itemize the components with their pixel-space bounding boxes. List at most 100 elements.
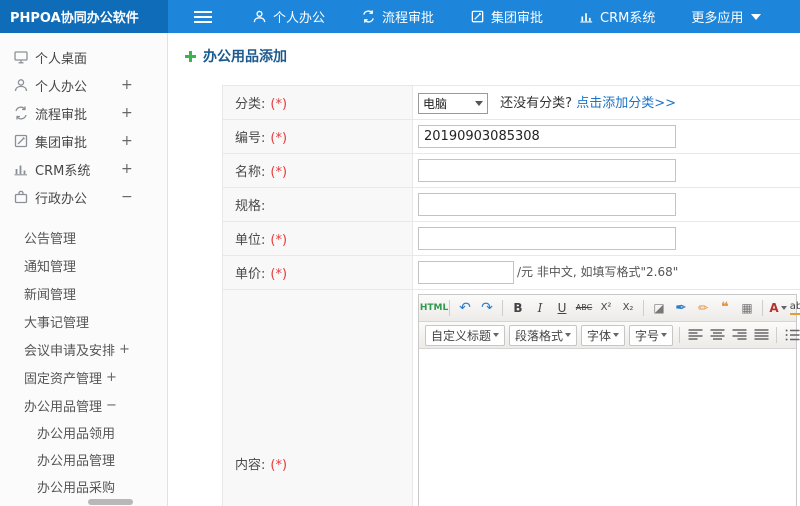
sidebar-item-label: 会议申请及安排: [24, 343, 116, 359]
sidebar-item-personal-office[interactable]: 个人办公 +: [0, 71, 167, 99]
remove-format-eraser-button[interactable]: ◪: [649, 298, 669, 318]
sidebar-item-label: 个人办公: [35, 79, 88, 95]
strikethrough-button[interactable]: ABC: [574, 298, 594, 318]
sidebar-hscrollbar-thumb[interactable]: [88, 499, 133, 505]
sidebar-item-label: 大事记管理: [24, 315, 90, 331]
underline-button[interactable]: U: [552, 298, 572, 318]
form-row-name: 名称: (*): [222, 153, 800, 188]
page-title: 办公用品添加: [185, 46, 287, 66]
menu-toggle-icon[interactable]: [194, 10, 212, 23]
code-label-cell: 编号: (*): [222, 119, 413, 154]
category-select[interactable]: 电脑: [418, 92, 488, 114]
collapse-icon[interactable]: −: [121, 189, 133, 205]
align-center-icon[interactable]: [707, 325, 727, 345]
collapse-icon[interactable]: −: [106, 398, 117, 413]
font-family-dropdown[interactable]: 字体: [581, 324, 626, 346]
add-plus-icon: [185, 50, 196, 62]
align-justify-icon[interactable]: [751, 325, 771, 345]
sidebar-item-news-mgmt[interactable]: 新闻管理: [0, 279, 167, 307]
paragraph-format-dropdown[interactable]: 段落格式: [509, 324, 578, 346]
unit-input[interactable]: [418, 227, 676, 250]
highlight-pen-button[interactable]: ✏: [693, 298, 713, 318]
sidebar-item-group-approval[interactable]: 集团审批 +: [0, 127, 167, 155]
custom-title-dropdown[interactable]: 自定义标题: [425, 324, 505, 346]
edit-icon: [13, 133, 29, 149]
insert-table-button[interactable]: ▦: [737, 298, 757, 318]
main-content: 办公用品添加 分类: (*) 电脑 还没有分类? 点击添加分类>> 编号: (*): [168, 33, 800, 506]
page-title-text: 办公用品添加: [203, 49, 287, 65]
align-right-icon[interactable]: [729, 325, 749, 345]
form-row-content: 内容: (*) HTML ↶ ↷ B I U ABC X² X₂ ◪ ✒ ✏ ❝…: [222, 289, 800, 506]
office-supply-form: 分类:(*) 电脑 还没有分类? 点击添加分类>> 编号:(*) 名: [222, 85, 800, 506]
redo-button[interactable]: ↷: [477, 298, 497, 318]
sidebar-item-events-mgmt[interactable]: 大事记管理: [0, 307, 167, 335]
italic-button[interactable]: I: [530, 298, 550, 318]
sidebar-item-label: 行政办公: [35, 191, 88, 207]
app-logo: PHPOA协同办公软件: [0, 0, 168, 33]
blockquote-button[interactable]: ❝: [715, 298, 735, 318]
expand-icon[interactable]: +: [121, 161, 133, 177]
nav-group-approval[interactable]: 集团审批: [470, 7, 543, 26]
sidebar-item-meeting-apply[interactable]: 会议申请及安排 +: [0, 335, 167, 363]
sidebar-item-supplies-purchase[interactable]: 办公用品采购: [0, 473, 167, 500]
expand-icon[interactable]: +: [121, 77, 133, 93]
unordered-list-icon[interactable]: [782, 325, 800, 345]
align-left-icon[interactable]: [685, 325, 705, 345]
spec-label-cell: 规格:: [222, 187, 413, 222]
sidebar-item-supplies-management[interactable]: 办公用品管理: [0, 446, 167, 473]
add-category-link[interactable]: 点击添加分类>>: [576, 96, 676, 111]
editor-content-area[interactable]: [419, 349, 796, 506]
price-input[interactable]: [418, 261, 514, 284]
unit-value-cell: [412, 221, 800, 256]
sidebar-item-supplies-requisition[interactable]: 办公用品领用: [0, 419, 167, 446]
nav-label: 个人办公: [273, 11, 326, 26]
caret-down-icon: [475, 100, 483, 106]
sidebar-item-label: 个人桌面: [35, 51, 88, 67]
top-navigation: 个人办公 流程审批 集团审批 CRM系统 更多应用: [252, 7, 762, 26]
bold-button[interactable]: B: [508, 298, 528, 318]
spec-input[interactable]: [418, 193, 676, 216]
sidebar-item-notice-mgmt[interactable]: 通知管理: [0, 251, 167, 279]
superscript-button[interactable]: X²: [596, 298, 616, 318]
format-painter-button[interactable]: ✒: [671, 298, 691, 318]
toolbar-separator: [643, 300, 644, 316]
bar-chart-icon: [579, 9, 594, 24]
sidebar-item-process-approval[interactable]: 流程审批 +: [0, 99, 167, 127]
background-color-button[interactable]: ab: [789, 298, 800, 318]
sidebar-item-announcement-mgmt[interactable]: 公告管理: [0, 223, 167, 251]
sidebar-item-personal-desktop[interactable]: 个人桌面: [0, 43, 167, 71]
nav-crm-system[interactable]: CRM系统: [579, 7, 655, 26]
expand-icon[interactable]: +: [119, 342, 130, 357]
nav-label: 流程审批: [382, 11, 435, 26]
field-label: 分类:: [235, 97, 266, 112]
rich-text-editor: HTML ↶ ↷ B I U ABC X² X₂ ◪ ✒ ✏ ❝ ▦ A ab …: [418, 294, 800, 506]
sidebar-item-fixed-assets-mgmt[interactable]: 固定资产管理 +: [0, 363, 167, 391]
undo-button[interactable]: ↶: [455, 298, 475, 318]
toolbar-separator: [679, 327, 681, 343]
sidebar-item-office-supplies-mgmt[interactable]: 办公用品管理 −: [0, 391, 167, 419]
form-row-code: 编号: (*): [222, 119, 800, 154]
expand-icon[interactable]: +: [121, 105, 133, 121]
sidebar-item-admin-office[interactable]: 行政办公 −: [0, 183, 167, 211]
dropdown-label: 自定义标题: [431, 328, 492, 343]
toolbar-separator: [762, 300, 763, 316]
flow-icon: [361, 9, 376, 24]
code-input[interactable]: [418, 125, 676, 148]
name-input[interactable]: [418, 159, 676, 182]
font-size-dropdown[interactable]: 字号: [629, 324, 674, 346]
required-marker: (*): [270, 131, 288, 146]
sidebar-item-label: 办公用品领用: [37, 427, 116, 442]
dropdown-label: 字体: [587, 328, 612, 343]
subscript-button[interactable]: X₂: [618, 298, 638, 318]
expand-icon[interactable]: +: [121, 133, 133, 149]
unit-label-cell: 单位: (*): [222, 221, 413, 256]
nav-process-approval[interactable]: 流程审批: [361, 7, 434, 26]
html-source-button[interactable]: HTML: [420, 298, 448, 318]
nav-more-apps[interactable]: 更多应用: [691, 7, 762, 26]
nav-personal-office[interactable]: 个人办公: [252, 7, 325, 26]
flow-icon: [13, 105, 29, 121]
expand-icon[interactable]: +: [106, 370, 117, 385]
field-label: 内容:: [235, 457, 266, 473]
sidebar-item-crm-system[interactable]: CRM系统 +: [0, 155, 167, 183]
font-color-button[interactable]: A: [768, 298, 788, 318]
